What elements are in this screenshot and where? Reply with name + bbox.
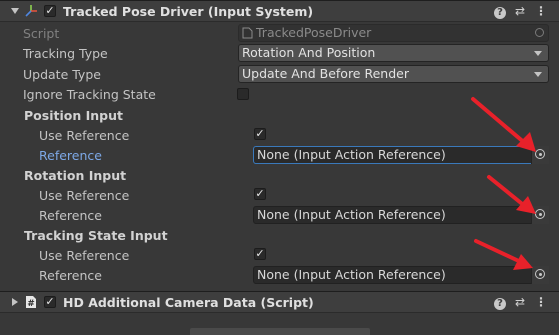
script-value: TrackedPoseDriver xyxy=(256,25,372,40)
script-file-icon xyxy=(242,27,253,39)
position-reference-label: Reference xyxy=(39,148,102,163)
rotation-input-heading-row: Rotation Input xyxy=(0,165,559,185)
rotation-use-reference-checkbox[interactable]: ✓ xyxy=(254,188,266,200)
transform-axes-icon xyxy=(25,5,37,17)
annotation-arrow-1 xyxy=(471,97,536,152)
bottom-partial-field xyxy=(190,328,370,335)
check-icon: ✓ xyxy=(45,4,55,17)
position-reference-value: None (Input Action Reference) xyxy=(257,147,446,162)
tracking-type-row: Tracking Type Rotation And Position xyxy=(0,43,559,63)
context-menu-icon[interactable]: ⋮ xyxy=(534,295,548,309)
annotation-arrow-3 xyxy=(474,239,533,270)
tracking-type-value: Rotation And Position xyxy=(242,45,376,60)
presets-icon[interactable]: ⇄ xyxy=(513,4,527,18)
help-icon[interactable]: ? xyxy=(493,4,507,19)
tracking-state-use-reference-label: Use Reference xyxy=(39,248,130,263)
ignore-tracking-state-label: Ignore Tracking State xyxy=(23,87,156,102)
check-icon: ✓ xyxy=(255,187,265,200)
rotation-use-reference-label: Use Reference xyxy=(39,188,130,203)
svg-text:#: # xyxy=(27,299,35,309)
check-icon: ✓ xyxy=(255,247,265,260)
hd-camera-header[interactable]: # ✓ HD Additional Camera Data (Script) ?… xyxy=(0,291,559,313)
tracking-state-use-reference-checkbox[interactable]: ✓ xyxy=(254,248,266,260)
help-icon[interactable]: ? xyxy=(493,295,507,310)
tracking-state-reference-value: None (Input Action Reference) xyxy=(257,267,446,282)
position-use-reference-label: Use Reference xyxy=(39,128,130,143)
chevron-down-icon xyxy=(534,51,542,56)
script-label: Script xyxy=(23,26,60,41)
foldout-arrow-icon[interactable] xyxy=(11,8,19,14)
ignore-tracking-state-checkbox[interactable] xyxy=(237,88,249,100)
presets-icon[interactable]: ⇄ xyxy=(513,295,527,309)
rotation-reference-row: Reference None (Input Action Reference) xyxy=(0,205,559,225)
tracked-pose-driver-header[interactable]: ✓ Tracked Pose Driver (Input System) ? ⇄… xyxy=(0,0,559,22)
tracking-type-label: Tracking Type xyxy=(23,46,108,61)
rotation-input-heading: Rotation Input xyxy=(24,168,127,183)
script-picker-icon[interactable] xyxy=(535,28,544,37)
component-title: Tracked Pose Driver (Input System) xyxy=(63,4,314,19)
component-enabled-checkbox[interactable]: ✓ xyxy=(44,296,56,308)
tracking-state-input-heading: Tracking State Input xyxy=(24,228,168,243)
component-enabled-checkbox[interactable]: ✓ xyxy=(44,5,56,17)
script-hash-icon: # xyxy=(26,296,36,309)
check-icon: ✓ xyxy=(45,295,55,308)
update-type-value: Update And Before Render xyxy=(242,66,409,81)
update-type-label: Update Type xyxy=(23,67,101,82)
position-use-reference-checkbox[interactable]: ✓ xyxy=(254,128,266,140)
rotation-reference-value: None (Input Action Reference) xyxy=(257,207,446,222)
chevron-down-icon xyxy=(534,72,542,77)
foldout-arrow-icon[interactable] xyxy=(12,298,18,306)
context-menu-icon[interactable]: ⋮ xyxy=(534,4,548,18)
update-type-dropdown[interactable]: Update And Before Render xyxy=(238,65,549,83)
annotation-arrow-2 xyxy=(487,175,536,214)
position-input-heading: Position Input xyxy=(24,108,123,123)
script-field[interactable]: TrackedPoseDriver xyxy=(238,24,549,42)
update-type-row: Update Type Update And Before Render xyxy=(0,64,559,84)
script-row: Script TrackedPoseDriver xyxy=(0,23,559,43)
check-icon: ✓ xyxy=(255,127,265,140)
rotation-reference-label: Reference xyxy=(39,208,102,223)
tracking-type-dropdown[interactable]: Rotation And Position xyxy=(238,44,549,62)
rotation-use-reference-row: Use Reference ✓ xyxy=(0,185,559,205)
tracking-state-reference-label: Reference xyxy=(39,268,102,283)
component-title: HD Additional Camera Data (Script) xyxy=(63,295,314,310)
